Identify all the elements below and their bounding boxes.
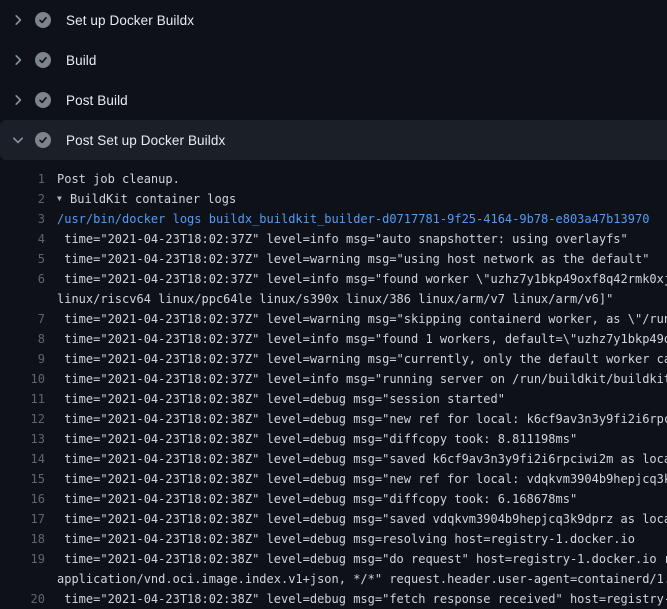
step-label: Post Set up Docker Buildx	[66, 133, 225, 148]
step-label: Set up Docker Buildx	[66, 13, 194, 28]
log-line-text: time="2021-04-23T18:02:38Z" level=debug …	[45, 549, 667, 569]
log-line-text: time="2021-04-23T18:02:38Z" level=debug …	[45, 469, 667, 489]
log-line-number[interactable]: 5	[0, 249, 45, 269]
job-steps-list: Set up Docker Buildx Build Post Build	[0, 0, 667, 160]
log-line-number[interactable]: 9	[0, 349, 45, 369]
step-header[interactable]: Build	[0, 40, 667, 80]
log-line-text: time="2021-04-23T18:02:37Z" level=info m…	[45, 229, 667, 249]
log-line: 3 /usr/bin/docker logs buildx_buildkit_b…	[0, 209, 667, 229]
log-line: 14 time="2021-04-23T18:02:38Z" level=deb…	[0, 449, 667, 469]
step-label: Build	[66, 53, 97, 68]
log-line-text: time="2021-04-23T18:02:38Z" level=debug …	[45, 529, 667, 549]
log-line-text: time="2021-04-23T18:02:38Z" level=debug …	[45, 389, 667, 409]
log-line-text: BuildKit container logs	[70, 189, 667, 209]
log-line-number[interactable]: 12	[0, 409, 45, 429]
log-line-text: time="2021-04-23T18:02:38Z" level=debug …	[45, 509, 667, 529]
log-line-text: time="2021-04-23T18:02:37Z" level=info m…	[45, 369, 667, 389]
check-circle-icon	[35, 132, 51, 148]
log-line-number[interactable]: 13	[0, 429, 45, 449]
log-line-number[interactable]: 17	[0, 509, 45, 529]
log-line-text: time="2021-04-23T18:02:38Z" level=debug …	[45, 589, 667, 609]
log-line-text: linux/riscv64 linux/ppc64le linux/s390x …	[45, 289, 667, 309]
log-line: 20 time="2021-04-23T18:02:38Z" level=deb…	[0, 589, 667, 609]
log-line: 8 time="2021-04-23T18:02:37Z" level=info…	[0, 329, 667, 349]
log-line-number[interactable]: 1	[0, 169, 45, 189]
log-line-text: time="2021-04-23T18:02:37Z" level=info m…	[45, 269, 667, 289]
log-line-text: time="2021-04-23T18:02:38Z" level=debug …	[45, 409, 667, 429]
log-line: 11 time="2021-04-23T18:02:38Z" level=deb…	[0, 389, 667, 409]
log-line-text: /usr/bin/docker logs buildx_buildkit_bui…	[45, 209, 667, 229]
step-header[interactable]: Post Set up Docker Buildx	[0, 120, 667, 160]
log-line-text: time="2021-04-23T18:02:38Z" level=debug …	[45, 429, 667, 449]
check-circle-icon	[35, 52, 51, 68]
log-line-number[interactable]: 4	[0, 229, 45, 249]
log-line: 10 time="2021-04-23T18:02:37Z" level=inf…	[0, 369, 667, 389]
step-header[interactable]: Post Build	[0, 80, 667, 120]
log-line: 7 time="2021-04-23T18:02:37Z" level=warn…	[0, 309, 667, 329]
log-line: 15 time="2021-04-23T18:02:38Z" level=deb…	[0, 469, 667, 489]
log-line: 6 time="2021-04-23T18:02:37Z" level=info…	[0, 269, 667, 289]
log-line-number[interactable]: 18	[0, 529, 45, 549]
log-line-number[interactable]: 3	[0, 209, 45, 229]
log-line: linux/riscv64 linux/ppc64le linux/s390x …	[0, 289, 667, 309]
log-line-number[interactable]: 16	[0, 489, 45, 509]
log-line-number[interactable]: 11	[0, 389, 45, 409]
chevron-down-icon[interactable]	[10, 132, 26, 148]
log-line-text: time="2021-04-23T18:02:37Z" level=warnin…	[45, 309, 667, 329]
log-line: 13 time="2021-04-23T18:02:38Z" level=deb…	[0, 429, 667, 449]
log-line: 18 time="2021-04-23T18:02:38Z" level=deb…	[0, 529, 667, 549]
check-circle-icon	[35, 92, 51, 108]
chevron-right-icon[interactable]	[10, 12, 26, 28]
triangle-down-icon[interactable]: ▼	[45, 189, 70, 209]
log-line-number[interactable]: 20	[0, 589, 45, 609]
chevron-right-icon[interactable]	[10, 92, 26, 108]
log-line-text: application/vnd.oci.image.index.v1+json,…	[45, 569, 667, 589]
log-line-text: time="2021-04-23T18:02:37Z" level=warnin…	[45, 249, 667, 269]
log-line-text: Post job cleanup.	[45, 169, 667, 189]
step-header[interactable]: Set up Docker Buildx	[0, 0, 667, 40]
log-line-number[interactable]: 2	[0, 189, 45, 209]
log-line: 2 ▼ BuildKit container logs	[0, 189, 667, 209]
log-line-text: time="2021-04-23T18:02:37Z" level=warnin…	[45, 349, 667, 369]
log-line-number[interactable]: 10	[0, 369, 45, 389]
log-line-number[interactable]: 6	[0, 269, 45, 289]
chevron-right-icon[interactable]	[10, 52, 26, 68]
log-line: 1 Post job cleanup.	[0, 169, 667, 189]
log-line-text: time="2021-04-23T18:02:38Z" level=debug …	[45, 489, 667, 509]
log-line-number[interactable]: 14	[0, 449, 45, 469]
log-viewer: 1 Post job cleanup. 2 ▼ BuildKit contain…	[0, 160, 667, 609]
log-line-number[interactable]	[0, 569, 45, 589]
check-circle-icon	[35, 12, 51, 28]
log-line-number[interactable]: 19	[0, 549, 45, 569]
log-line-number[interactable]: 8	[0, 329, 45, 349]
log-line: 4 time="2021-04-23T18:02:37Z" level=info…	[0, 229, 667, 249]
step-label: Post Build	[66, 93, 128, 108]
log-line: 17 time="2021-04-23T18:02:38Z" level=deb…	[0, 509, 667, 529]
log-line-text: time="2021-04-23T18:02:37Z" level=info m…	[45, 329, 667, 349]
log-line-number[interactable]: 7	[0, 309, 45, 329]
log-line: 12 time="2021-04-23T18:02:38Z" level=deb…	[0, 409, 667, 429]
log-line-text: time="2021-04-23T18:02:38Z" level=debug …	[45, 449, 667, 469]
log-line-number[interactable]	[0, 289, 45, 309]
log-line: 16 time="2021-04-23T18:02:38Z" level=deb…	[0, 489, 667, 509]
log-line: application/vnd.oci.image.index.v1+json,…	[0, 569, 667, 589]
log-line: 9 time="2021-04-23T18:02:37Z" level=warn…	[0, 349, 667, 369]
log-line: 5 time="2021-04-23T18:02:37Z" level=warn…	[0, 249, 667, 269]
log-line: 19 time="2021-04-23T18:02:38Z" level=deb…	[0, 549, 667, 569]
log-line-number[interactable]: 15	[0, 469, 45, 489]
